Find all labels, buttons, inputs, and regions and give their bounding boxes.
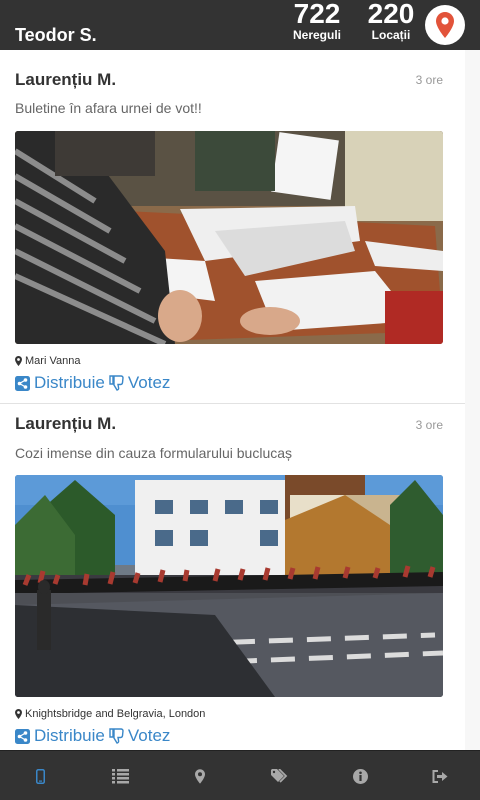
share-icon — [15, 728, 30, 744]
mobile-icon — [35, 768, 45, 784]
vote-label: Votez — [127, 373, 171, 392]
map-marker-icon — [195, 768, 205, 784]
map-marker-icon — [15, 709, 22, 719]
ballots-photo — [15, 131, 443, 344]
bottom-nav — [0, 750, 480, 800]
top-bar: Teodor S. 722 Nereguli 220 Locații — [0, 0, 480, 50]
add-location-button[interactable] — [425, 5, 465, 45]
feed-post: Laurențiu M. 3 ore Cozi imense din cauza… — [0, 404, 465, 750]
post-author[interactable]: Laurențiu M. — [15, 70, 116, 90]
vote-label: Votez — [127, 726, 171, 745]
post-text: Buletine în afara urnei de vot!! — [15, 100, 202, 116]
map-marker-icon — [15, 356, 22, 366]
nereguli-label: Nereguli — [292, 28, 341, 42]
share-label: Distribuie — [34, 726, 105, 745]
location-name: Knightsbridge and Belgravia, London — [25, 708, 206, 720]
nav-map[interactable] — [160, 751, 240, 800]
post-text: Cozi imense din cauza formularului buclu… — [15, 445, 293, 461]
post-time: 3 ore — [415, 73, 443, 87]
nav-tags[interactable] — [240, 751, 320, 800]
post-location[interactable]: Knightsbridge and Belgravia, London — [15, 708, 205, 720]
user-name: Teodor S. — [15, 25, 97, 45]
post-actions: Distribuie Votez — [15, 726, 170, 746]
share-button[interactable]: Distribuie — [15, 726, 105, 746]
nav-info[interactable] — [320, 751, 400, 800]
report-feed[interactable]: Laurențiu M. 3 ore Buletine în afara urn… — [0, 50, 480, 750]
location-name: Mari Vanna — [25, 355, 81, 367]
vote-button[interactable]: Votez — [109, 373, 171, 393]
queue-photo — [15, 475, 443, 697]
map-marker-icon — [436, 12, 454, 38]
nav-feed[interactable] — [0, 751, 80, 800]
share-label: Distribuie — [34, 373, 105, 392]
share-button[interactable]: Distribuie — [15, 373, 105, 393]
tags-icon — [270, 769, 287, 783]
nav-logout[interactable] — [400, 751, 480, 800]
vote-button[interactable]: Votez — [109, 726, 171, 746]
post-location[interactable]: Mari Vanna — [15, 355, 80, 367]
sign-out-icon — [432, 769, 448, 783]
post-time: 3 ore — [415, 418, 443, 432]
locatii-stat[interactable]: 220 Locații — [362, 0, 420, 41]
share-icon — [15, 375, 30, 391]
nereguli-count: 722 — [293, 0, 341, 29]
list-icon — [111, 768, 129, 783]
info-icon — [352, 768, 368, 784]
locatii-count: 220 — [367, 0, 415, 29]
nav-list[interactable] — [80, 751, 160, 800]
post-photo[interactable] — [15, 475, 443, 697]
locatii-label: Locații — [371, 28, 411, 42]
post-photo[interactable] — [15, 131, 443, 344]
scroll-gutter — [465, 50, 480, 750]
thumbs-down-icon — [109, 728, 124, 744]
post-actions: Distribuie Votez — [15, 373, 170, 393]
nereguli-stat[interactable]: 722 Nereguli — [285, 0, 349, 41]
thumbs-down-icon — [109, 375, 124, 391]
post-author[interactable]: Laurențiu M. — [15, 414, 116, 434]
feed-post: Laurențiu M. 3 ore Buletine în afara urn… — [0, 50, 465, 403]
